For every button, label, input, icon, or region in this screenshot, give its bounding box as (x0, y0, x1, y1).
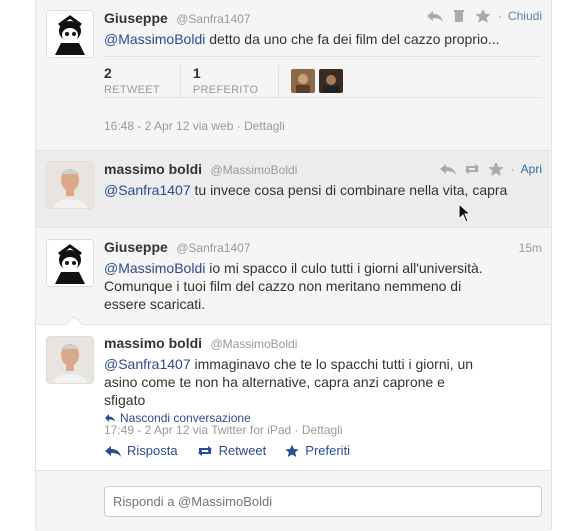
favorite-icon[interactable] (487, 162, 505, 176)
favorite-icon[interactable] (474, 9, 492, 23)
author-name[interactable]: massimo boldi (104, 335, 202, 351)
reply-icon[interactable] (426, 9, 444, 23)
separator-dot: · (510, 162, 515, 176)
retweet-icon[interactable] (463, 162, 481, 176)
mention-link[interactable]: @Sanfra1407 (104, 182, 191, 198)
separator-dot: · (497, 9, 502, 23)
avatar-massimo[interactable] (46, 161, 94, 209)
author-name[interactable]: Giuseppe (104, 239, 168, 255)
mention-link[interactable]: @Sanfra1407 (104, 356, 191, 372)
mention-link[interactable]: @MassimoBoldi (104, 31, 205, 47)
reply-input[interactable] (104, 486, 542, 517)
author-handle[interactable]: @Sanfra1407 (176, 241, 250, 255)
mention-link[interactable]: @MassimoBoldi (104, 260, 205, 276)
favorite-action[interactable]: Preferiti (284, 443, 350, 458)
close-tweet-link[interactable]: Chiudi (508, 9, 542, 23)
retweet-label: RETWEET (104, 84, 160, 96)
reply-icon (105, 445, 121, 457)
tweet-expanded-giuseppe[interactable]: Giuseppe @Sanfra1407 @MassimoBoldi detto… (36, 0, 550, 151)
tweet-massimo-2-expanded[interactable]: massimo boldi @MassimoBoldi @Sanfra1407 … (36, 325, 550, 470)
favorite-label: PREFERITO (192, 84, 259, 96)
open-tweet-link[interactable]: Apri (521, 162, 542, 176)
avatar-giuseppe[interactable] (46, 239, 94, 287)
favorite-count: 1 (192, 65, 201, 81)
tweet-massimo-1[interactable]: massimo boldi @MassimoBoldi @Sanfra1407 … (36, 151, 550, 228)
tweet-text: tu invece cosa pensi di combinare nella … (190, 182, 508, 198)
reply-icon[interactable] (439, 162, 457, 176)
reply-action[interactable]: Risposta (104, 443, 178, 458)
reply-label: Risposta (127, 443, 178, 458)
author-handle[interactable]: @MassimoBoldi (210, 337, 297, 351)
retweeter-avatars (291, 65, 344, 97)
delete-icon[interactable] (450, 9, 468, 23)
tweet-time[interactable]: 15m (519, 241, 542, 255)
tweet-text: detto da uno che fa dei film del cazzo p… (205, 31, 500, 47)
retweet-action[interactable]: Retweet (196, 443, 267, 458)
author-handle[interactable]: @MassimoBoldi (210, 163, 297, 177)
retweet-label: Retweet (218, 443, 267, 458)
retweet-icon (197, 445, 212, 456)
star-icon (285, 444, 299, 457)
favorite-stat[interactable]: 1 PREFERITO (192, 65, 280, 97)
tweet-timestamp[interactable]: 17:49 - 2 Apr 12 via Twitter for iPad · … (104, 423, 343, 437)
tweet-timestamp[interactable]: 16:48 - 2 Apr 12 via web · Dettagli (104, 119, 285, 133)
tweet-actions: Risposta Retweet Preferiti (104, 443, 350, 458)
reply-arrow-icon (105, 414, 115, 422)
author-handle[interactable]: @Sanfra1407 (176, 12, 250, 26)
mouse-cursor-icon (458, 203, 472, 223)
retweeter-avatar[interactable] (291, 69, 316, 93)
favorite-label: Preferiti (305, 443, 351, 458)
avatar-giuseppe[interactable] (46, 10, 94, 58)
author-name[interactable]: massimo boldi (104, 161, 202, 177)
retweet-count: 2 (104, 65, 112, 81)
retweeter-avatar[interactable] (319, 69, 344, 93)
retweet-stat[interactable]: 2 RETWEET (104, 65, 181, 97)
tweet-giuseppe-2[interactable]: Giuseppe @Sanfra1407 @MassimoBoldi io mi… (36, 228, 550, 325)
avatar-massimo[interactable] (46, 336, 94, 384)
author-name[interactable]: Giuseppe (104, 10, 168, 26)
